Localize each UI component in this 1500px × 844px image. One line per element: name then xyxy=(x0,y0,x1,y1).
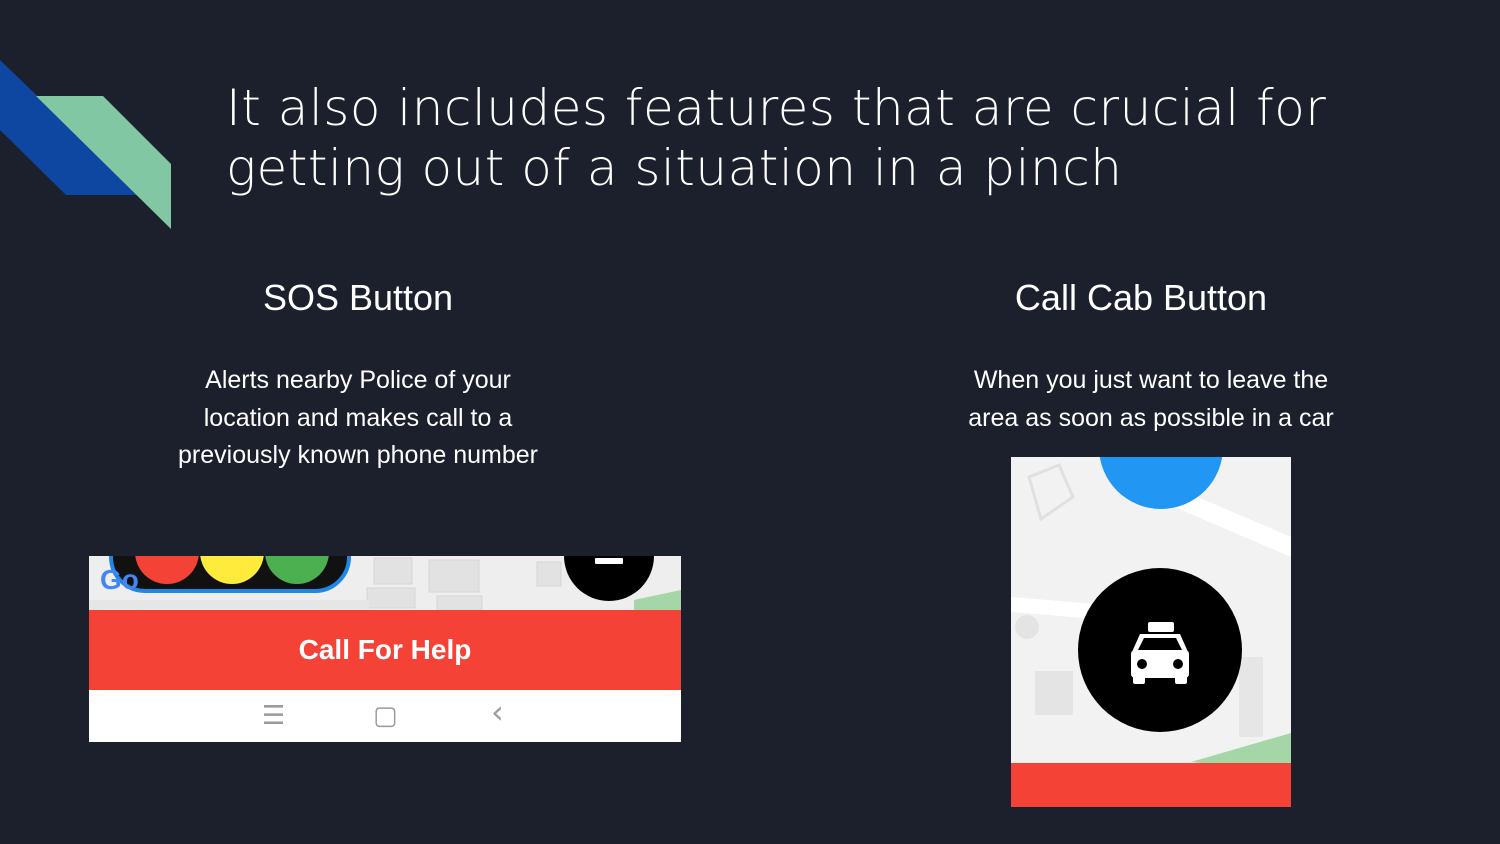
cab-description-line-1: When you just want to leave the xyxy=(973,366,1329,394)
sos-description-line-2: location and makes call to a xyxy=(203,403,513,432)
slide-title: It also includes features that are cruci… xyxy=(226,78,1466,198)
call-cab-button[interactable] xyxy=(1078,568,1242,732)
call-for-help-button[interactable]: Call For Help xyxy=(89,610,681,690)
taxi-icon xyxy=(1131,622,1189,684)
cab-app-screenshot xyxy=(1011,457,1291,807)
slide-title-line-1: It also includes features that are cruci… xyxy=(226,79,1327,137)
call-for-help-label: Call For Help xyxy=(298,634,472,665)
android-nav-bar: ☰ ▢ ‹ xyxy=(89,690,681,742)
sos-description-line-1: Alerts nearby Police of your xyxy=(205,366,511,394)
slide-title-line-2: getting out of a situation in a pinch xyxy=(226,139,1123,197)
cab-bottom-bar xyxy=(1011,763,1291,807)
cab-heading: Call Cab Button xyxy=(1014,277,1268,318)
google-logo-fragment: Go xyxy=(100,564,139,595)
corner-stripes-decoration xyxy=(0,60,171,229)
menu-icon[interactable]: ☰ xyxy=(262,702,285,730)
sos-description-line-3: previously known phone number xyxy=(178,441,538,469)
cab-description-line-2: area as soon as possible in a car xyxy=(968,403,1334,432)
sos-description: Alerts nearby Police of your location an… xyxy=(108,362,608,475)
sos-app-screenshot: Go Call For Help ☰ ▢ ‹ xyxy=(89,556,681,742)
home-icon[interactable]: ▢ xyxy=(373,702,398,730)
map-background xyxy=(89,556,681,610)
sos-heading: SOS Button xyxy=(262,277,454,318)
cab-description: When you just want to leave the area as … xyxy=(901,362,1401,437)
back-icon[interactable]: ‹ xyxy=(491,696,504,728)
